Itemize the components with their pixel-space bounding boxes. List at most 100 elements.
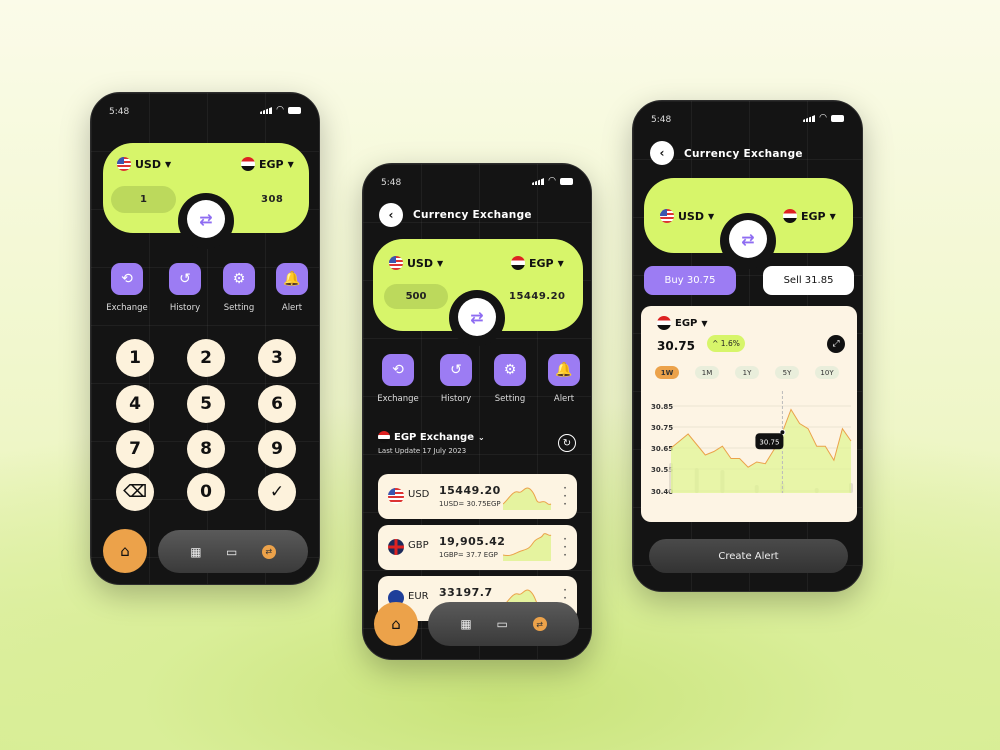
key-0[interactable]: 1: [116, 339, 154, 377]
history-label: History: [169, 303, 201, 313]
refresh-icon[interactable]: ↻: [558, 434, 576, 452]
alert-label: Alert: [553, 394, 575, 404]
status-icons: ◠: [803, 114, 844, 123]
key-11[interactable]: ✓: [258, 473, 296, 511]
section-header[interactable]: EGP Exchange ⌄: [378, 431, 485, 443]
sell-button[interactable]: Sell 31.85: [763, 266, 854, 295]
home-button[interactable]: ⌂: [374, 602, 418, 646]
egypt-flag-icon: [378, 431, 390, 443]
from-currency-select[interactable]: USD ▼: [660, 209, 714, 223]
alert-label: Alert: [281, 303, 303, 313]
exchange-action-button[interactable]: ⟲: [111, 263, 143, 295]
wifi-icon: ◠: [548, 176, 556, 186]
chart-area: [671, 409, 851, 493]
key-9[interactable]: ⌫: [116, 473, 154, 511]
us-flag-icon: [117, 157, 131, 171]
status-icons: ◠: [532, 176, 573, 186]
setting-label: Setting: [223, 303, 255, 313]
exchange-nav-icon[interactable]: ⇄: [532, 617, 547, 631]
history-icon: ↺: [179, 271, 191, 287]
battery-icon: [831, 115, 844, 122]
rate-text: 1USD= 30.75EGP: [439, 500, 501, 508]
rate-card-usd[interactable]: USD 15449.20 1USD= 30.75EGP · · ·: [378, 474, 577, 519]
alert-action-button[interactable]: 🔔: [276, 263, 308, 295]
caret-down-icon: ▼: [165, 159, 172, 169]
key-3[interactable]: 4: [116, 385, 154, 423]
signal-icon: [532, 178, 545, 185]
status-time: 5:48: [381, 178, 402, 188]
store-icon[interactable]: ▦: [190, 545, 201, 559]
chart-card: EGP ▼ 30.75 ^ 1.6% ⤢ 1W 1M 1Y 5Y 10Y 30.85 30.…: [641, 306, 857, 522]
key-7[interactable]: 8: [187, 430, 225, 468]
exchange-nav-icon[interactable]: ⇄: [261, 544, 276, 559]
key-5[interactable]: 6: [258, 385, 296, 423]
from-currency-select[interactable]: USD ▼: [389, 256, 443, 270]
key-2[interactable]: 3: [258, 339, 296, 377]
setting-action-button[interactable]: ⚙: [494, 354, 526, 386]
swap-button[interactable]: ⇄: [187, 200, 225, 238]
currency-code: GBP: [408, 540, 429, 551]
section-title: EGP Exchange: [394, 431, 474, 443]
from-currency: USD: [407, 256, 433, 270]
amount-input[interactable]: 500: [384, 284, 448, 309]
caret-down-icon: ▼: [437, 258, 444, 268]
exchange-action-button[interactable]: ⟲: [382, 354, 414, 386]
exchange-label: Exchange: [377, 394, 419, 404]
cards-icon[interactable]: ▭: [496, 617, 507, 631]
key-10[interactable]: 0: [187, 473, 225, 511]
to-currency: EGP: [529, 256, 554, 270]
from-currency: USD: [678, 209, 704, 223]
key-6[interactable]: 7: [116, 430, 154, 468]
key-4[interactable]: 5: [187, 385, 225, 423]
page-title: Currency Exchange: [413, 209, 532, 221]
from-currency: USD: [135, 157, 161, 171]
bottom-nav: ▦ ▭ ⇄: [158, 530, 308, 573]
alert-action-button[interactable]: 🔔: [548, 354, 580, 386]
buy-button[interactable]: Buy 30.75: [644, 266, 736, 295]
result-value: 308: [261, 194, 284, 205]
store-icon[interactable]: ▦: [460, 617, 471, 631]
create-alert-button[interactable]: Create Alert: [649, 539, 848, 573]
more-options-icon[interactable]: ···: [563, 533, 567, 561]
amount-input[interactable]: 1: [111, 186, 176, 213]
history-action-button[interactable]: ↺: [169, 263, 201, 295]
page-title: Currency Exchange: [684, 148, 803, 160]
home-button[interactable]: ⌂: [103, 529, 147, 573]
sparkline: [503, 533, 552, 561]
y-tick-label: 30.65: [651, 445, 673, 453]
battery-icon: [560, 178, 573, 185]
caret-down-icon: ▼: [708, 211, 715, 221]
history-action-button[interactable]: ↺: [440, 354, 472, 386]
gear-icon: ⚙: [503, 362, 517, 378]
currency-code: EUR: [408, 591, 429, 602]
usd-flag-icon: [388, 488, 404, 504]
swap-button[interactable]: ⇄: [729, 220, 767, 258]
bottom-nav: ▦ ▭ ⇄: [428, 602, 579, 646]
back-button[interactable]: ‹: [650, 141, 674, 165]
to-currency-select[interactable]: EGP ▼: [783, 209, 836, 223]
bell-icon: 🔔: [283, 271, 301, 287]
setting-action-button[interactable]: ⚙: [223, 263, 255, 295]
phone-rate-detail: 5:48 ◠ ‹ Currency Exchange ⇄ USD ▼ EGP ▼ B…: [632, 100, 863, 592]
rate-amount: 15449.20: [439, 484, 501, 497]
cards-icon[interactable]: ▭: [226, 545, 237, 559]
swap-button[interactable]: ⇄: [458, 298, 496, 336]
y-tick-label: 30.85: [651, 403, 673, 411]
to-currency-select[interactable]: EGP ▼: [511, 256, 564, 270]
egypt-flag-icon: [511, 256, 525, 270]
more-options-icon[interactable]: ···: [563, 482, 567, 510]
battery-icon: [288, 107, 301, 114]
to-currency-select[interactable]: EGP ▼: [241, 157, 294, 171]
back-button[interactable]: ‹: [379, 203, 403, 227]
key-1[interactable]: 2: [187, 339, 225, 377]
history-label: History: [440, 394, 472, 404]
key-8[interactable]: 9: [258, 430, 296, 468]
rate-card-gbp[interactable]: GBP 19,905.42 1GBP= 37.7 EGP · · ·: [378, 525, 577, 570]
signal-icon: [260, 107, 273, 114]
history-icon: ↺: [450, 362, 462, 378]
gear-icon: ⚙: [232, 271, 246, 287]
status-time: 5:48: [651, 115, 672, 125]
phone-converter: 5:48 ◠ ⇄ USD ▼ EGP ▼ 1 308 ⟲ Exchange ↺ His…: [90, 92, 320, 585]
wifi-icon: ◠: [276, 105, 284, 115]
from-currency-select[interactable]: USD ▼: [117, 157, 171, 171]
